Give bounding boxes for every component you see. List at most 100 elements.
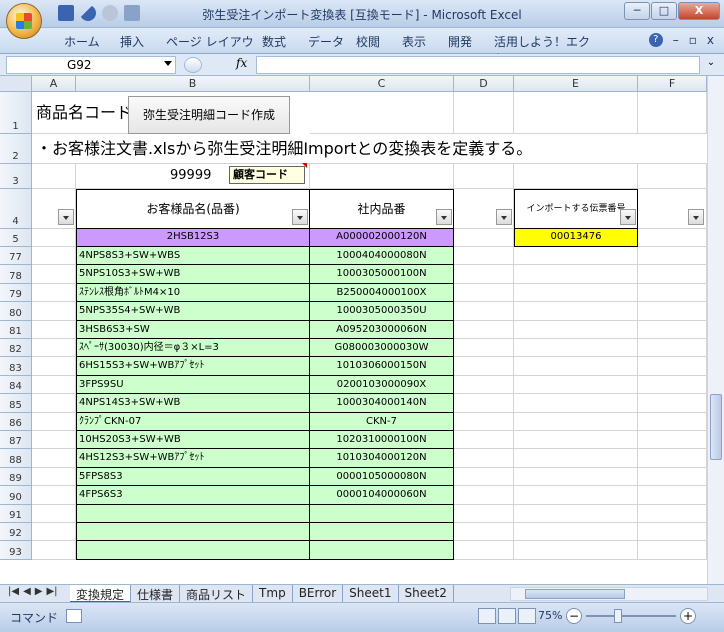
- empty-cell[interactable]: [638, 302, 707, 321]
- row-header[interactable]: 90: [0, 486, 32, 505]
- customer-product-cell[interactable]: 4FPS6S3: [76, 486, 310, 505]
- formula-input[interactable]: [256, 56, 700, 74]
- row-header[interactable]: 91: [0, 504, 32, 523]
- vertical-scrollbar[interactable]: [707, 76, 724, 584]
- page-break-view-icon[interactable]: [518, 608, 536, 624]
- empty-cell[interactable]: [32, 283, 76, 303]
- empty-cell[interactable]: [638, 541, 707, 560]
- empty-cell[interactable]: [454, 467, 514, 487]
- insert-function-icon[interactable]: fx: [236, 56, 247, 70]
- empty-cell[interactable]: [454, 412, 514, 431]
- cell-c3[interactable]: [310, 164, 454, 189]
- empty-cell[interactable]: [32, 265, 76, 284]
- empty-cell[interactable]: [514, 283, 638, 303]
- column-header-e[interactable]: E: [514, 76, 638, 92]
- customer-product-cell[interactable]: 3HSB6S3+SW: [76, 320, 310, 339]
- last-sheet-button[interactable]: ▶|: [46, 586, 57, 597]
- sheet-tab-berror[interactable]: BError: [293, 585, 344, 603]
- cell-a2[interactable]: ・お客様注文書.xlsから弥生受注明細Importとの変換表を定義する。: [32, 134, 707, 164]
- zoom-out-button[interactable]: −: [566, 608, 582, 624]
- row-header[interactable]: 81: [0, 320, 32, 339]
- empty-cell[interactable]: [514, 265, 638, 284]
- customer-product-cell[interactable]: 5NPS10S3+SW+WB: [76, 265, 310, 284]
- ribbon-restore-button[interactable]: ▫: [689, 33, 697, 47]
- ribbon-minimize-button[interactable]: –: [673, 33, 679, 47]
- internal-product-cell[interactable]: 1000305000100N: [310, 265, 454, 284]
- row-header[interactable]: 82: [0, 339, 32, 358]
- maximize-button[interactable]: □: [651, 2, 677, 20]
- customer-product-cell[interactable]: 10HS20S3+SW+WB: [76, 431, 310, 450]
- internal-product-cell[interactable]: 1010304000120N: [310, 449, 454, 468]
- chevron-down-icon[interactable]: [164, 61, 172, 66]
- filter-dropdown-icon[interactable]: [620, 209, 636, 225]
- row-header[interactable]: 83: [0, 357, 32, 376]
- cell-e5[interactable]: 00013476: [514, 229, 638, 247]
- filter-dropdown-icon[interactable]: [436, 209, 452, 225]
- horizontal-scroll-thumb[interactable]: [525, 589, 625, 599]
- help-icon[interactable]: ?: [648, 33, 663, 47]
- column-header-b[interactable]: B: [76, 76, 310, 92]
- office-button-icon[interactable]: [6, 3, 42, 39]
- empty-cell[interactable]: [454, 283, 514, 303]
- customer-product-cell[interactable]: 4NPS8S3+SW+WBS: [76, 247, 310, 266]
- empty-cell[interactable]: [32, 431, 76, 450]
- empty-cell[interactable]: [32, 449, 76, 468]
- macro-record-icon[interactable]: [66, 609, 82, 623]
- expand-formula-bar-icon[interactable]: ⌄: [704, 57, 718, 73]
- prev-sheet-button[interactable]: ◀: [23, 586, 31, 597]
- minimize-button[interactable]: ─: [624, 2, 650, 20]
- empty-cell[interactable]: [514, 486, 638, 505]
- row-header[interactable]: 80: [0, 302, 32, 321]
- empty-cell[interactable]: [454, 394, 514, 413]
- row-header[interactable]: 93: [0, 541, 32, 560]
- empty-cell[interactable]: [638, 247, 707, 266]
- internal-product-cell[interactable]: 1000304000140N: [310, 394, 454, 413]
- empty-cell[interactable]: [514, 504, 638, 523]
- empty-cell[interactable]: [32, 339, 76, 358]
- filter-dropdown-icon[interactable]: [292, 209, 308, 225]
- internal-product-cell[interactable]: A095203000060N: [310, 320, 454, 339]
- cell-a1[interactable]: 商品名コード: [32, 92, 128, 134]
- filter-dropdown-icon[interactable]: [688, 209, 704, 225]
- internal-product-cell[interactable]: 0000104000060N: [310, 486, 454, 505]
- name-box[interactable]: G92: [6, 56, 176, 74]
- empty-cell[interactable]: [454, 431, 514, 450]
- internal-product-cell[interactable]: G080003000030W: [310, 339, 454, 358]
- select-all-corner[interactable]: [0, 76, 32, 92]
- empty-cell[interactable]: [32, 357, 76, 376]
- customer-product-cell[interactable]: [76, 523, 310, 542]
- cell-a3[interactable]: [32, 164, 76, 189]
- vertical-scroll-thumb[interactable]: [710, 394, 722, 460]
- sheet-tab-spec[interactable]: 仕様書: [131, 585, 181, 603]
- empty-cell[interactable]: [32, 375, 76, 395]
- empty-cell[interactable]: [454, 449, 514, 468]
- empty-cell[interactable]: [638, 265, 707, 284]
- customer-product-cell[interactable]: 3FPS9SU: [76, 375, 310, 395]
- filter-dropdown-icon[interactable]: [496, 209, 512, 225]
- internal-product-cell[interactable]: 1010306000150N: [310, 357, 454, 376]
- normal-view-icon[interactable]: [478, 608, 496, 624]
- empty-cell[interactable]: [638, 320, 707, 339]
- sheet-tab-products[interactable]: 商品リスト: [180, 585, 254, 603]
- sheet-tab-sheet2[interactable]: Sheet2: [399, 585, 454, 603]
- empty-cell[interactable]: [514, 339, 638, 358]
- empty-cell[interactable]: [638, 523, 707, 542]
- empty-cell[interactable]: [514, 541, 638, 560]
- empty-cell[interactable]: [32, 486, 76, 505]
- internal-product-cell[interactable]: [310, 541, 454, 560]
- empty-cell[interactable]: [454, 504, 514, 523]
- empty-cell[interactable]: [514, 394, 638, 413]
- zoom-in-button[interactable]: +: [680, 608, 696, 624]
- customer-product-cell[interactable]: ｽﾍﾟｰｻ(30030)内径＝φ３×L=3: [76, 339, 310, 358]
- internal-product-cell[interactable]: 1000404000080N: [310, 247, 454, 266]
- customer-product-cell[interactable]: 5FPS8S3: [76, 467, 310, 487]
- column-header-d[interactable]: D: [454, 76, 514, 92]
- empty-cell[interactable]: [514, 357, 638, 376]
- first-sheet-button[interactable]: |◀: [8, 586, 19, 597]
- empty-cell[interactable]: [32, 412, 76, 431]
- customer-product-cell[interactable]: [76, 504, 310, 523]
- cell-e3[interactable]: [514, 164, 638, 189]
- empty-cell[interactable]: [454, 302, 514, 321]
- sheet-tab-conversion[interactable]: 変換規定: [70, 585, 132, 603]
- horizontal-scrollbar[interactable]: [510, 587, 708, 601]
